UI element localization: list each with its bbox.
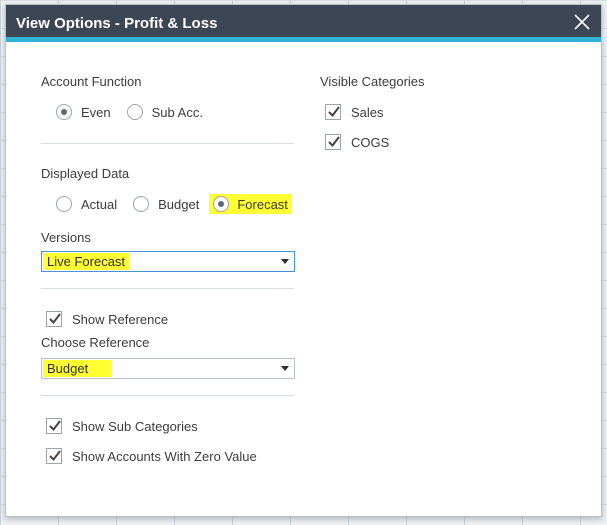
show-zero-value-checkbox[interactable]: Show Accounts With Zero Value bbox=[46, 441, 294, 471]
category-sales-label: Sales bbox=[351, 104, 384, 120]
view-options-dialog: View Options - Profit & Loss Account Fun… bbox=[5, 4, 602, 517]
radio-even-indicator[interactable] bbox=[56, 104, 72, 120]
show-zero-value-label: Show Accounts With Zero Value bbox=[72, 448, 257, 464]
account-function-label: Account Function bbox=[41, 74, 142, 89]
radio-actual-label: Actual bbox=[81, 196, 118, 212]
chevron-down-icon bbox=[281, 259, 289, 264]
category-cogs-checkbox[interactable]: COGS bbox=[325, 127, 570, 157]
category-cogs-label: COGS bbox=[351, 134, 390, 150]
checkmark-icon bbox=[328, 106, 340, 118]
checkmark-icon bbox=[49, 450, 61, 462]
show-reference-box[interactable] bbox=[46, 311, 62, 327]
radio-even[interactable]: Even bbox=[56, 104, 111, 120]
radio-even-label: Even bbox=[81, 104, 111, 120]
category-cogs-box[interactable] bbox=[325, 134, 341, 150]
choose-reference-label: Choose Reference bbox=[41, 335, 150, 350]
chevron-down-icon bbox=[281, 366, 289, 371]
checkmark-icon bbox=[49, 313, 61, 325]
radio-actual[interactable]: Actual bbox=[56, 196, 117, 212]
show-sub-categories-box[interactable] bbox=[46, 418, 62, 434]
displayed-data-label: Displayed Data bbox=[41, 166, 130, 181]
radio-sub-acc-indicator[interactable] bbox=[126, 104, 143, 120]
radio-budget-label: Budget bbox=[158, 196, 200, 212]
versions-select-value: Live Forecast bbox=[43, 253, 130, 270]
close-button[interactable] bbox=[571, 11, 593, 33]
show-reference-label: Show Reference bbox=[72, 311, 169, 327]
checkmark-icon bbox=[328, 136, 340, 148]
right-column: Visible Categories Sales COGS bbox=[320, 73, 570, 157]
category-sales-checkbox[interactable]: Sales bbox=[325, 97, 570, 127]
dialog-titlebar: View Options - Profit & Loss bbox=[6, 5, 601, 42]
displayed-data-options: Actual Budget Forecast bbox=[56, 189, 294, 219]
dialog-title: View Options - Profit & Loss bbox=[16, 15, 218, 32]
reference-select-value: Budget bbox=[43, 360, 113, 377]
left-column: Account Function Even Sub Acc. Displayed… bbox=[41, 73, 295, 471]
radio-budget-indicator[interactable] bbox=[133, 196, 150, 212]
account-function-options: Even Sub Acc. bbox=[56, 97, 294, 127]
show-sub-categories-label: Show Sub Categories bbox=[72, 418, 198, 434]
radio-forecast-label: Forecast bbox=[237, 196, 288, 212]
radio-forecast[interactable]: Forecast bbox=[209, 194, 292, 214]
divider bbox=[41, 288, 294, 289]
radio-sub-acc[interactable]: Sub Acc. bbox=[126, 104, 203, 120]
divider bbox=[41, 143, 294, 144]
divider bbox=[41, 395, 294, 396]
visible-categories-label: Visible Categories bbox=[320, 74, 425, 89]
show-zero-value-box[interactable] bbox=[46, 448, 62, 464]
checkmark-icon bbox=[49, 420, 61, 432]
radio-sub-acc-label: Sub Acc. bbox=[151, 104, 203, 120]
versions-select[interactable]: Live Forecast bbox=[41, 251, 295, 272]
radio-forecast-indicator[interactable] bbox=[213, 196, 230, 212]
radio-budget[interactable]: Budget bbox=[133, 196, 199, 212]
show-sub-categories-checkbox[interactable]: Show Sub Categories bbox=[46, 411, 294, 441]
close-icon bbox=[574, 14, 590, 30]
versions-label: Versions bbox=[41, 230, 91, 245]
reference-select[interactable]: Budget bbox=[41, 358, 295, 379]
category-sales-box[interactable] bbox=[325, 104, 341, 120]
show-reference-checkbox[interactable]: Show Reference bbox=[46, 304, 294, 334]
radio-actual-indicator[interactable] bbox=[56, 196, 72, 212]
